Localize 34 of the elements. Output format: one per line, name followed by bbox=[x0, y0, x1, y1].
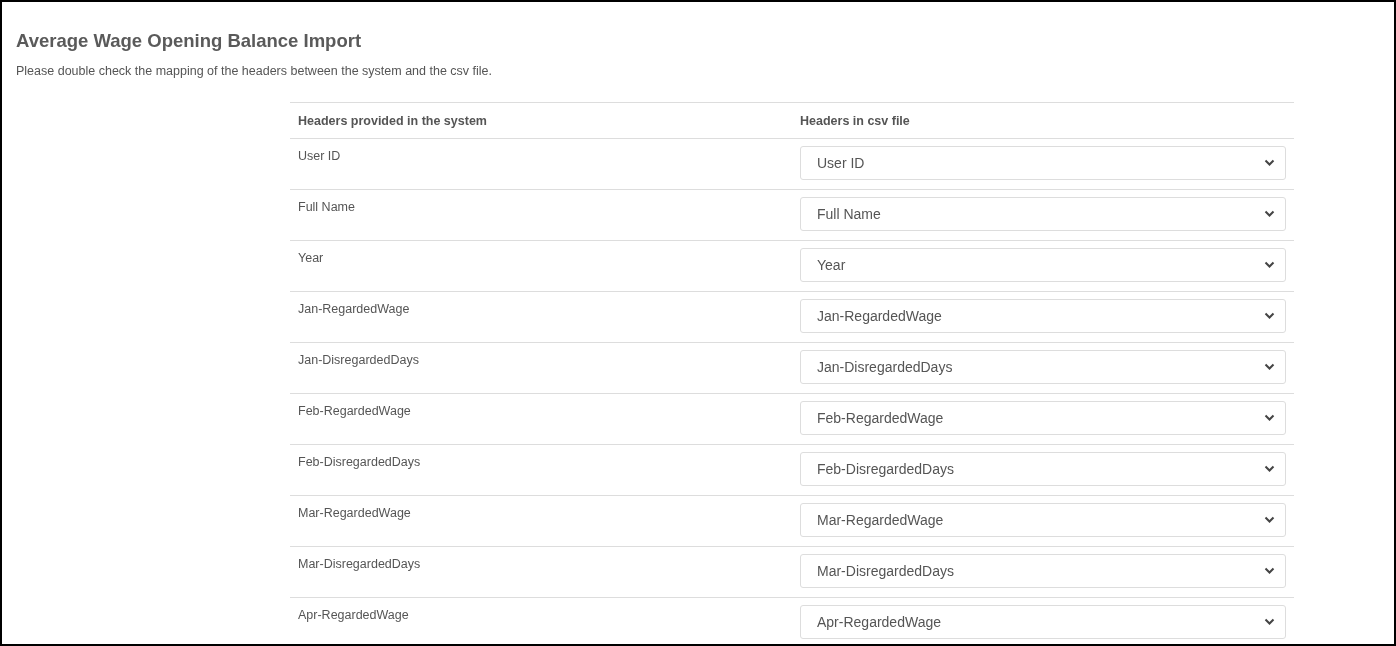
dropdown[interactable]: Mar-DisregardedDays bbox=[800, 554, 1286, 588]
table-cell-text: Jan-DisregardedDays bbox=[297, 352, 420, 369]
chevron-down-icon bbox=[1264, 567, 1275, 575]
description-text: Please double check the mapping of the headers between the system and the csv file. bbox=[16, 64, 493, 78]
column-header: Headers in csv file bbox=[799, 113, 911, 128]
dropdown[interactable]: Jan-RegardedWage bbox=[800, 299, 1286, 333]
dropdown[interactable]: Feb-DisregardedDays bbox=[800, 452, 1286, 486]
table-cell-text: Mar-RegardedWage bbox=[297, 505, 412, 522]
table-cell-text: Year bbox=[297, 250, 325, 267]
dropdown[interactable]: Feb-RegardedWage bbox=[800, 401, 1286, 435]
dropdown[interactable]: Mar-RegardedWage bbox=[800, 503, 1286, 537]
dropdown[interactable]: Full Name bbox=[800, 197, 1286, 231]
chevron-down-icon bbox=[1264, 414, 1275, 422]
table-cell-text: Feb-RegardedWage bbox=[297, 403, 412, 420]
table-cell-text: Feb-DisregardedDays bbox=[297, 454, 422, 471]
dropdown[interactable]: Jan-DisregardedDays bbox=[800, 350, 1286, 384]
chevron-down-icon bbox=[1264, 516, 1275, 524]
chevron-down-icon bbox=[1264, 261, 1275, 269]
table-cell-text: Mar-DisregardedDays bbox=[297, 556, 422, 573]
table-cell-text: User ID bbox=[297, 148, 342, 165]
page-title: Average Wage Opening Balance Import bbox=[16, 30, 363, 52]
dropdown[interactable]: Year bbox=[800, 248, 1286, 282]
table-cell-text: Full Name bbox=[297, 199, 356, 216]
chevron-down-icon bbox=[1264, 465, 1275, 473]
dropdown[interactable]: Apr-RegardedWage bbox=[800, 605, 1286, 639]
chevron-down-icon bbox=[1264, 312, 1275, 320]
chevron-down-icon bbox=[1264, 363, 1275, 371]
table-cell-text: Apr-RegardedWage bbox=[297, 607, 410, 624]
table-cell-text: Jan-RegardedWage bbox=[297, 301, 411, 318]
dropdown[interactable]: User ID bbox=[800, 146, 1286, 180]
chevron-down-icon bbox=[1264, 618, 1275, 626]
column-header: Headers provided in the system bbox=[297, 113, 488, 128]
chevron-down-icon bbox=[1264, 159, 1275, 167]
chevron-down-icon bbox=[1264, 210, 1275, 218]
